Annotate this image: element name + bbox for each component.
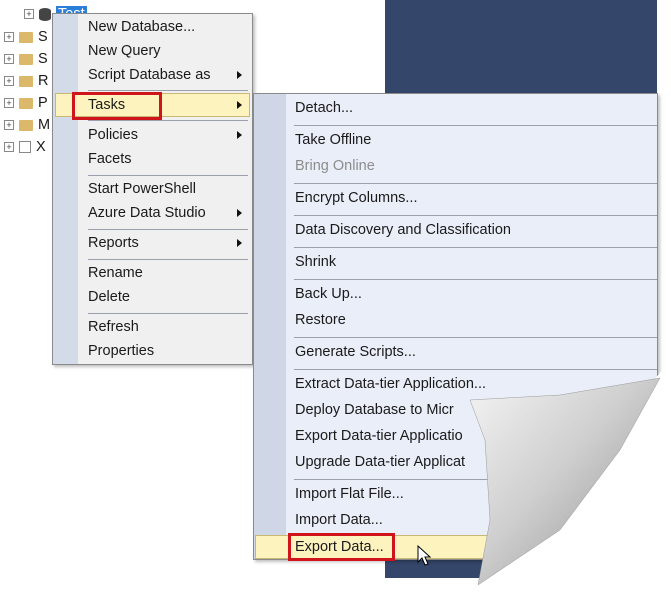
page-curl bbox=[417, 360, 671, 595]
mouse-cursor-icon bbox=[417, 544, 432, 566]
